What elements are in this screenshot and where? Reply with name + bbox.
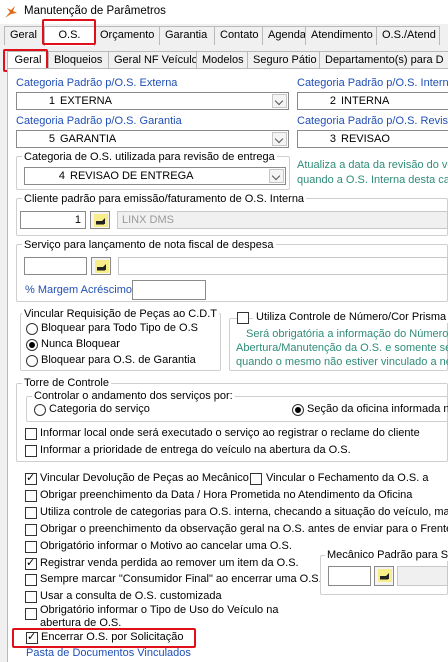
cliente-padrao-label: Cliente padrão para emissão/faturamento … <box>22 193 307 205</box>
vincular-requisicao-label: Vincular Requisição de Peças ao C.D.T <box>22 308 220 320</box>
consulta-customizada-label[interactable]: Usar a consulta de O.S. customizada <box>40 590 222 602</box>
tab-os-atend[interactable]: O.S./Atend <box>376 26 440 45</box>
mecanico-padrao-name-field <box>397 566 448 586</box>
obrigar-data-hora-label[interactable]: Obrigar preenchimento da Data / Hora Pro… <box>40 489 412 501</box>
revisao-entrega-value: REVISAO DE ENTREGA <box>70 170 194 182</box>
categoria-externa-code: 1 <box>48 95 55 107</box>
tab-orcamento[interactable]: Orçamento <box>94 26 160 45</box>
servico-nf-name-field <box>118 257 448 275</box>
categoria-servico-label[interactable]: Categoria do serviço <box>49 403 150 415</box>
categoria-garantia-combo[interactable]: 5 GARANTIA <box>16 130 289 148</box>
vincular-fechamento-label[interactable]: Vincular o Fechamento da O.S. a <box>266 472 428 484</box>
cliente-padrao-code: 1 <box>74 214 81 226</box>
encerrar-highlight <box>12 628 196 648</box>
lookup-hand-icon <box>378 569 392 582</box>
vincular-devolucao-label[interactable]: Vincular Devolução de Peças ao Mecânico <box>40 472 249 484</box>
nunca-bloquear-radio[interactable] <box>26 339 38 351</box>
mecanico-lookup-button[interactable] <box>374 566 394 586</box>
categoria-revisao-value: REVISAO <box>341 133 390 145</box>
tab-agenda[interactable]: Agenda <box>262 26 306 45</box>
cliente-padrao-code-field[interactable]: 1 <box>20 211 86 229</box>
revisao-entrega-code: 4 <box>58 170 65 182</box>
categoria-revisao-code: 3 <box>329 133 336 145</box>
chevron-down-icon[interactable] <box>272 94 287 108</box>
consulta-customizada-checkbox[interactable] <box>25 591 37 603</box>
margem-acrescimo-label: % Margem Acréscimo <box>25 284 132 296</box>
categoria-externa-value: EXTERNA <box>60 95 112 107</box>
window-title: Manutenção de Parâmetros <box>24 5 166 17</box>
vincular-devolucao-checkbox[interactable] <box>25 471 37 485</box>
bloquear-todo-tipo-label[interactable]: Bloquear para Todo Tipo de O.S <box>41 322 198 334</box>
categoria-servico-radio[interactable] <box>34 404 46 416</box>
mecanico-padrao-label: Mecânico Padrão para Se <box>325 549 448 561</box>
chevron-down-icon[interactable] <box>269 169 284 183</box>
vincular-fechamento-checkbox[interactable] <box>250 473 262 485</box>
revisao-entrega-note-1: Atualiza a data da revisão do ve <box>297 159 448 171</box>
venda-perdida-label[interactable]: Registrar venda perdida ao remover um it… <box>40 557 299 569</box>
lookup-hand-icon <box>94 214 108 227</box>
informar-local-label[interactable]: Informar local onde será executado o ser… <box>40 427 420 439</box>
venda-perdida-checkbox[interactable] <box>25 556 37 570</box>
categoria-interna-code: 2 <box>329 95 336 107</box>
margem-acrescimo-field[interactable] <box>132 280 206 300</box>
os-tab-highlight <box>42 19 96 45</box>
informar-prioridade-checkbox[interactable] <box>25 445 37 457</box>
categoria-interna-value: INTERNA <box>341 95 390 107</box>
tab-atendimento[interactable]: Atendimento <box>305 26 377 45</box>
tab-geral[interactable]: Geral <box>4 26 45 45</box>
revisao-entrega-label: Categoria de O.S. utilizada para revisão… <box>22 151 277 163</box>
secao-oficina-radio[interactable] <box>292 404 304 416</box>
obrigar-observacao-label[interactable]: Obrigar o preenchimento da observação ge… <box>40 523 448 535</box>
cliente-lookup-button[interactable] <box>90 211 110 229</box>
tipo-uso-veiculo-label[interactable]: Obrigatório informar o Tipo de Uso do Ve… <box>40 604 278 616</box>
controle-numero-note-3: quando o mesmo não estiver vinculado a n… <box>236 356 448 368</box>
categoria-interna-label: Categoria Padrão p/O.S. Intern <box>297 77 448 89</box>
informar-local-checkbox[interactable] <box>25 428 37 440</box>
controlar-andamento-label: Controlar o andamento dos serviços por: <box>32 390 235 402</box>
obrigar-observacao-checkbox[interactable] <box>25 524 37 536</box>
controle-numero-note-1: Será obrigatória a informação do Número/ <box>246 328 448 340</box>
obrigar-data-hora-checkbox[interactable] <box>25 490 37 502</box>
motivo-cancelar-label[interactable]: Obrigatório informar o Motivo ao cancela… <box>40 540 292 552</box>
motivo-cancelar-checkbox[interactable] <box>25 541 37 553</box>
chevron-down-icon[interactable] <box>272 132 287 146</box>
informar-prioridade-label[interactable]: Informar a prioridade de entrega do veíc… <box>40 444 351 456</box>
controle-numero-label[interactable]: Utiliza Controle de Número/Cor Prisma <box>253 311 448 323</box>
servico-lookup-button[interactable] <box>91 257 111 275</box>
bloquear-todo-tipo-radio[interactable] <box>26 323 38 335</box>
cliente-padrao-name-field: LINX DMS <box>117 211 448 229</box>
categoria-revisao-label: Categoria Padrão p/O.S. Revisã <box>297 115 448 127</box>
categoria-externa-combo[interactable]: 1 EXTERNA <box>16 92 289 110</box>
torre-controle-label: Torre de Controle <box>22 377 111 389</box>
bloquear-garantia-radio[interactable] <box>26 355 38 367</box>
servico-nf-code-field[interactable] <box>24 257 87 275</box>
cliente-padrao-name: LINX DMS <box>122 214 174 226</box>
categoria-interna-combo[interactable]: 2 INTERNA <box>297 92 448 110</box>
categoria-revisao-combo[interactable]: 3 REVISAO <box>297 130 448 148</box>
revisao-entrega-note-2: quando a O.S. Interna desta ca <box>297 174 448 186</box>
lookup-hand-icon <box>95 260 109 273</box>
controle-numero-checkbox[interactable] <box>237 312 249 324</box>
categoria-garantia-value: GARANTIA <box>60 133 117 145</box>
categoria-garantia-label: Categoria Padrão p/O.S. Garantia <box>16 115 182 127</box>
app-icon <box>5 6 17 18</box>
controle-categorias-checkbox[interactable] <box>25 507 37 519</box>
categoria-garantia-code: 5 <box>48 133 55 145</box>
servico-nf-label: Serviço para lançamento de nota fiscal d… <box>22 239 276 251</box>
tipo-uso-veiculo-checkbox[interactable] <box>25 608 37 620</box>
controle-categorias-label[interactable]: Utiliza controle de categorias para O.S.… <box>40 506 448 518</box>
tab-contato[interactable]: Contato <box>214 26 263 45</box>
bloquear-garantia-label[interactable]: Bloquear para O.S. de Garantia <box>41 354 196 366</box>
consumidor-final-checkbox[interactable] <box>25 574 37 586</box>
controle-numero-note-2: Abertura/Manutenção da O.S. e somente se <box>236 342 448 354</box>
consumidor-final-label[interactable]: Sempre marcar "Consumidor Final" ao ence… <box>40 573 322 585</box>
revisao-entrega-combo[interactable]: 4 REVISAO DE ENTREGA <box>24 167 286 185</box>
mecanico-padrao-code-field[interactable] <box>328 566 371 586</box>
tab-garantia[interactable]: Garantia <box>159 26 215 45</box>
secao-oficina-label[interactable]: Seção da oficina informada na <box>307 403 448 415</box>
pasta-documentos-label: Pasta de Documentos Vinculados <box>26 647 191 659</box>
categoria-externa-label: Categoria Padrão p/O.S. Externa <box>16 77 178 89</box>
nunca-bloquear-label[interactable]: Nunca Bloquear <box>41 338 120 350</box>
